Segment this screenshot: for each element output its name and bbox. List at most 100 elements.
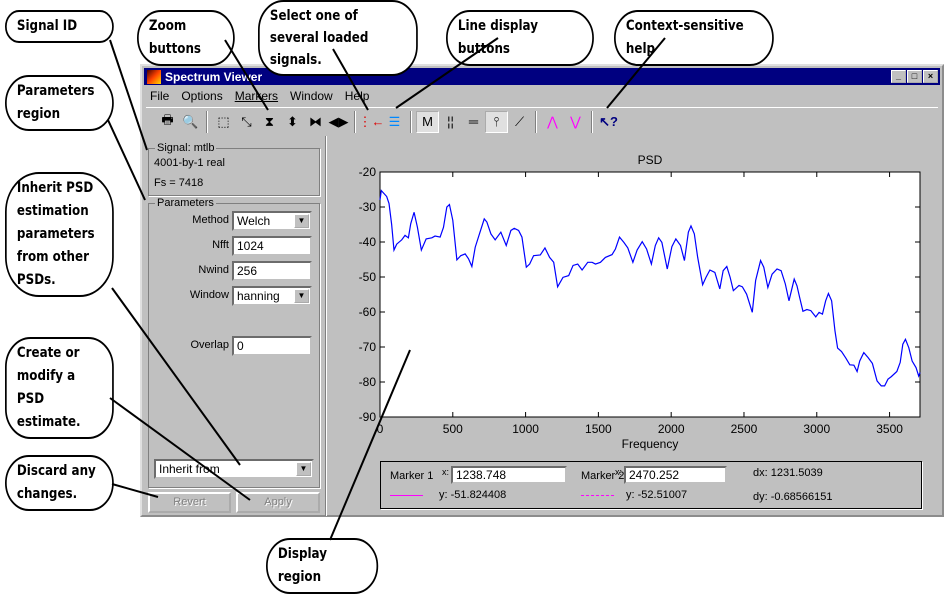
parameters-group: Parameters Method Welch ▼ Nfft 1024 Nwind… (148, 197, 320, 488)
context-help-icon: ↖? (599, 113, 618, 129)
toolbar-separator (591, 110, 593, 133)
menu-options[interactable]: Options (181, 89, 222, 103)
chevron-down-icon: ▼ (296, 462, 311, 476)
menu-window[interactable]: Window (290, 89, 333, 103)
marker1-x-label: x: (442, 467, 450, 477)
valleys-button[interactable]: ⋁ (564, 111, 587, 133)
signal-id-group: Signal: mtlb 4001-by-1 real Fs = 7418 (148, 142, 320, 196)
marker1-y: y: -51.824408 (439, 489, 507, 501)
marker-dx: dx: 1231.5039 (753, 467, 823, 479)
slope-markers-button[interactable]: ⟋ (508, 111, 531, 133)
y-tick-label: -50 (359, 270, 377, 284)
callout-signal-id: Signal ID (5, 10, 114, 43)
maximize-button[interactable]: □ (907, 70, 922, 83)
signal-fs: Fs = 7418 (154, 177, 204, 189)
menu-bar: File Options Markers Window Help (146, 87, 369, 105)
menu-file[interactable]: File (150, 89, 169, 103)
x-tick-label: 2500 (731, 422, 758, 436)
horizontal-markers-icon: ═ (468, 114, 479, 129)
inherit-from-dropdown[interactable]: Inherit from ▼ (154, 459, 314, 479)
window-value: hanning (237, 289, 280, 303)
zoom-full-button[interactable]: ⤡ (235, 111, 258, 133)
callout-select-signal: Select one of several loaded signals. (258, 0, 418, 76)
print-icon: 🖶 (161, 111, 174, 127)
marker2-y: y: -52.51007 (626, 489, 688, 501)
splitter[interactable] (325, 136, 327, 516)
valleys-icon: ⋁ (570, 113, 581, 129)
overlap-input[interactable]: 0 (232, 336, 312, 356)
zoom-box-button[interactable]: ⬚ (212, 111, 235, 133)
callout-discard: Discard any changes. (5, 455, 114, 511)
slope-markers-icon: ⟋ (514, 113, 525, 129)
zoom-out-x-icon: ◀▶ (328, 113, 349, 129)
close-button[interactable]: × (923, 70, 938, 83)
vertical-markers-button[interactable]: ¦¦ (439, 111, 462, 133)
x-tick-label: 3000 (803, 422, 830, 436)
zoom-full-icon: ⤡ (241, 113, 252, 129)
marker2-x-label: x: (615, 467, 623, 477)
nwind-label: Nwind (198, 264, 229, 276)
minimize-button[interactable]: _ (891, 70, 906, 83)
toolbar-separator (535, 110, 537, 133)
inherit-value: Inherit from (159, 462, 220, 476)
peaks-icon: ⋀ (547, 113, 558, 129)
x-tick-label: 3500 (876, 422, 903, 436)
nfft-label: Nfft (212, 239, 229, 251)
print-preview-icon: 🔍 (182, 113, 199, 129)
menu-markers[interactable]: Markers (235, 89, 278, 103)
window-dropdown[interactable]: hanning ▼ (232, 286, 312, 306)
x-tick-label: 1000 (512, 422, 539, 436)
markers-on-off-icon: M (422, 114, 433, 129)
revert-button[interactable]: Revert (148, 492, 231, 513)
zoom-in-y-button[interactable]: ⧗ (258, 111, 281, 133)
marker2-line-style (581, 495, 614, 496)
method-dropdown[interactable]: Welch ▼ (232, 211, 312, 231)
window-label: Window (189, 289, 229, 301)
window-title: Spectrum Viewer (165, 69, 263, 84)
zoom-box-icon: ⬚ (217, 113, 230, 129)
print-button[interactable]: 🖶 (156, 111, 179, 133)
toolbar-separator (206, 110, 208, 133)
y-tick-label: -30 (359, 200, 377, 214)
title-bar[interactable]: Spectrum Viewer _ □ × (144, 68, 940, 85)
marker1-x-input[interactable]: 1238.748 (451, 466, 567, 484)
chevron-down-icon: ▼ (294, 214, 309, 228)
y-tick-label: -20 (359, 165, 377, 179)
apply-button[interactable]: Apply (236, 492, 320, 513)
line-properties-button[interactable]: ☰ (383, 111, 406, 133)
x-tick-label: 2000 (658, 422, 685, 436)
select-signal-button[interactable]: ⋮← (358, 111, 385, 133)
callout-context-help: Context-sensitive help (614, 10, 774, 66)
y-tick-label: -80 (359, 375, 377, 389)
psd-plot[interactable]: 0 500 1000 1500 2000 2500 3000 3500 -20 -30 -40 -50… (330, 146, 944, 456)
line-properties-icon: ☰ (388, 113, 401, 129)
menu-help[interactable]: Help (345, 89, 370, 103)
zoom-out-y-icon: ⬍ (287, 113, 298, 129)
nwind-input[interactable]: 256 (232, 261, 312, 281)
callout-inherit: Inherit PSD estimation parameters from o… (5, 172, 114, 297)
x-axis-label: Frequency (622, 437, 679, 451)
callout-zoom-buttons: Zoom buttons (137, 10, 235, 66)
zoom-out-x-button[interactable]: ◀▶ (327, 111, 350, 133)
overlap-label: Overlap (190, 339, 229, 351)
print-preview-button[interactable]: 🔍 (179, 111, 202, 133)
y-tick-label: -70 (359, 340, 377, 354)
marker1-label: Marker 1 (390, 470, 434, 482)
x-tick-label: 500 (443, 422, 463, 436)
nfft-input[interactable]: 1024 (232, 236, 312, 256)
marker-panel: Marker 1 x: 1238.748 y: -51.824408 Marke… (380, 461, 922, 509)
horizontal-markers-button[interactable]: ═ (462, 111, 485, 133)
spectrum-viewer-window: Spectrum Viewer _ □ × File Options Marke… (140, 64, 944, 517)
select-signal-icon: ⋮← (358, 113, 385, 129)
context-help-button[interactable]: ↖? (597, 111, 620, 133)
method-value: Welch (237, 214, 271, 228)
track-markers-button[interactable]: ⫯ (485, 110, 508, 133)
zoom-out-y-button[interactable]: ⬍ (281, 111, 304, 133)
zoom-in-x-button[interactable]: ⧓ (304, 111, 327, 133)
peaks-button[interactable]: ⋀ (541, 111, 564, 133)
markers-on-off-button[interactable]: M (416, 110, 439, 133)
callout-display-region: Display region (266, 538, 379, 594)
marker2-x-input[interactable]: 2470.252 (624, 466, 727, 484)
plot-area (379, 171, 921, 418)
x-tick-label: 1500 (585, 422, 612, 436)
